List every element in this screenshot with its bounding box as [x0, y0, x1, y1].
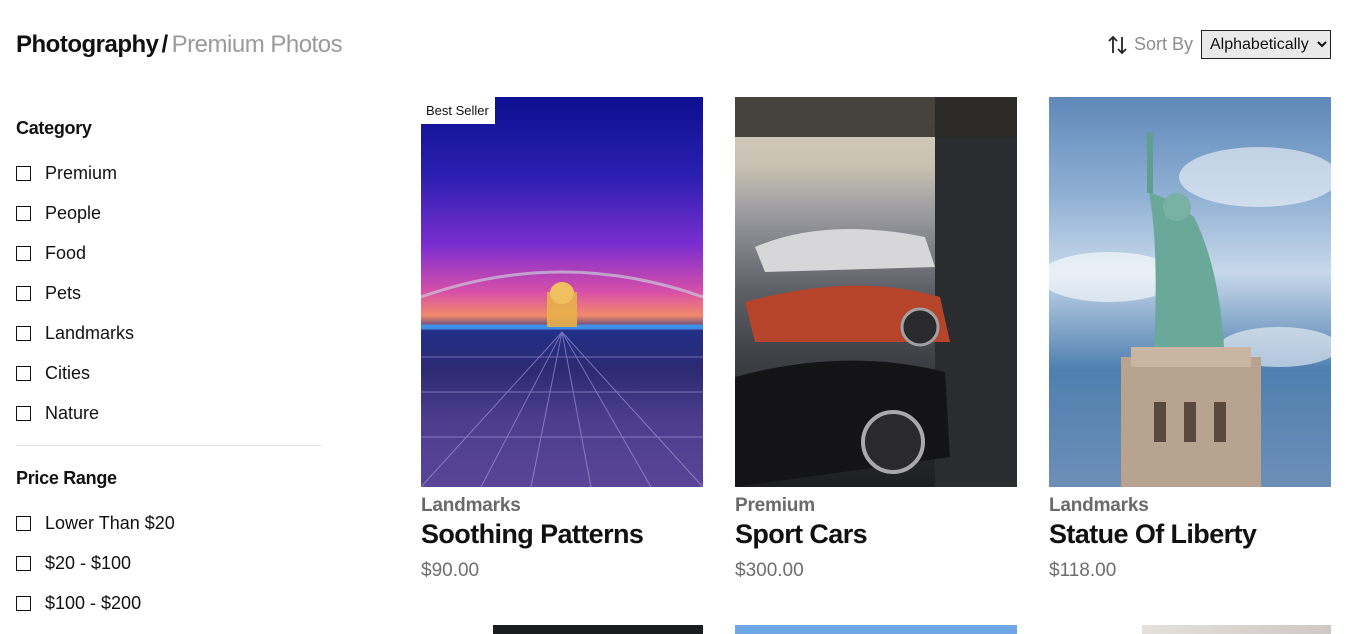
category-checkbox[interactable]: [16, 365, 31, 381]
category-item-people[interactable]: People: [16, 193, 322, 233]
category-item-cities[interactable]: Cities: [16, 353, 322, 393]
product-title[interactable]: Statue Of Liberty: [1049, 519, 1331, 550]
category-heading: Category: [16, 118, 92, 138]
price-list: Lower Than $20 $20 - $100 $100 - $200: [16, 503, 322, 623]
category-label: Food: [45, 242, 87, 263]
category-item-food[interactable]: Food: [16, 233, 322, 273]
category-checkbox[interactable]: [16, 205, 31, 221]
category-label: People: [45, 202, 102, 223]
product-title[interactable]: Sport Cars: [735, 519, 1017, 550]
price-item-100-200[interactable]: $100 - $200: [16, 583, 322, 623]
category-checkbox[interactable]: [16, 165, 31, 181]
price-item-under-20[interactable]: Lower Than $20: [16, 503, 322, 543]
category-item-nature[interactable]: Nature: [16, 393, 322, 433]
best-seller-badge: Best Seller: [421, 97, 495, 124]
breadcrumb-root[interactable]: Photography: [16, 31, 159, 58]
sort-select[interactable]: Alphabetically: [1201, 30, 1331, 59]
product-category: Landmarks: [1049, 495, 1149, 516]
category-item-landmarks[interactable]: Landmarks: [16, 313, 322, 353]
category-checkbox[interactable]: [16, 285, 31, 301]
category-checkbox[interactable]: [16, 325, 31, 341]
category-label: Pets: [45, 282, 82, 303]
product-image[interactable]: Best Seller: [421, 97, 703, 487]
product-category: Landmarks: [421, 495, 521, 516]
product-image[interactable]: [1049, 97, 1331, 487]
product-image-next[interactable]: [735, 625, 1017, 634]
price-label: $20 - $100: [45, 552, 132, 573]
product-card[interactable]: Premium Sport Cars $300.00: [735, 97, 1017, 582]
product-price: $90.00: [421, 560, 480, 581]
filter-sidebar: Category Premium People Food Pets Landma…: [16, 118, 322, 623]
product-title[interactable]: Soothing Patterns: [421, 519, 703, 550]
price-label: $100 - $200: [45, 592, 142, 613]
category-label: Cities: [45, 362, 91, 383]
category-list: Premium People Food Pets Landmarks Citie…: [16, 153, 322, 433]
product-card[interactable]: Landmarks Statue Of Liberty $118.00: [1049, 97, 1331, 582]
product-price: $118.00: [1049, 560, 1117, 581]
price-heading: Price Range: [16, 468, 117, 488]
price-item-20-100[interactable]: $20 - $100: [16, 543, 322, 583]
price-label: Lower Than $20: [45, 512, 175, 533]
category-label: Premium: [45, 162, 118, 183]
category-label: Landmarks: [45, 322, 135, 343]
sort-label: Sort By: [1133, 34, 1193, 54]
price-checkbox[interactable]: [16, 515, 31, 531]
sort-arrows-icon[interactable]: [1108, 34, 1128, 56]
breadcrumb-separator: /: [161, 31, 169, 58]
breadcrumb-current: Premium Photos: [171, 31, 343, 58]
category-checkbox[interactable]: [16, 245, 31, 261]
product-image[interactable]: [735, 97, 1017, 487]
product-category: Premium: [735, 495, 815, 516]
product-image-next[interactable]: [493, 625, 703, 634]
price-checkbox[interactable]: [16, 595, 31, 611]
breadcrumb: Photography / Premium Photos: [16, 31, 343, 59]
category-item-pets[interactable]: Pets: [16, 273, 322, 313]
product-price: $300.00: [735, 560, 804, 581]
filter-divider: [16, 445, 322, 446]
sort-bar: Sort By Alphabetically: [1108, 30, 1331, 59]
category-item-premium[interactable]: Premium: [16, 153, 322, 193]
product-card[interactable]: Best Seller Landmarks Soothing Patterns …: [421, 97, 703, 582]
product-image-next[interactable]: [1121, 625, 1331, 634]
category-label: Nature: [45, 402, 100, 423]
price-checkbox[interactable]: [16, 555, 31, 571]
category-checkbox[interactable]: [16, 405, 31, 421]
